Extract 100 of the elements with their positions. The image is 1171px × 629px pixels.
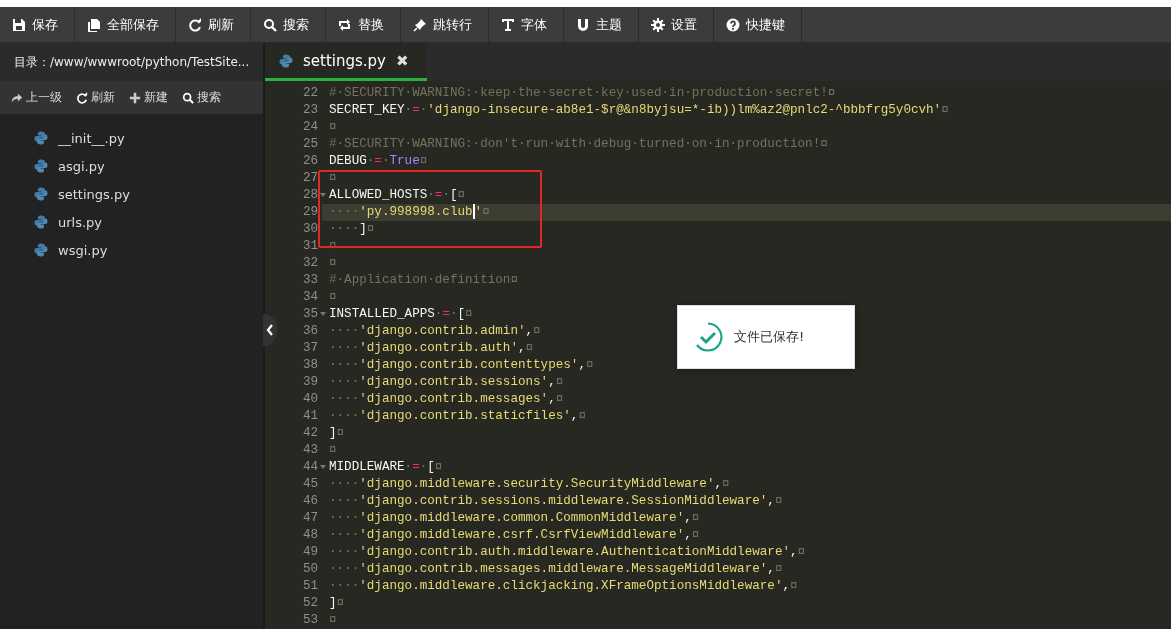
- fold-icon[interactable]: [320, 465, 326, 469]
- code-line: ····'django.middleware.clickjacking.XFrameOptionsMiddleware',¤: [328, 578, 798, 595]
- code-line: ····'django.contrib.messages',¤: [328, 391, 564, 408]
- file-item[interactable]: settings.py: [58, 186, 130, 202]
- code-line: ····'django.contrib.auth.middleware.AuthenticationMiddleware',¤: [328, 544, 806, 561]
- code-line: ALLOWED_HOSTS·=·[¤: [328, 187, 466, 204]
- code-line: ····'django.middleware.security.SecurityMiddleware',¤: [328, 476, 730, 493]
- code-line: ····'django.middleware.common.CommonMiddleware',¤: [328, 510, 700, 527]
- settings-icon: [651, 17, 665, 32]
- line-number: 53: [302, 612, 319, 629]
- code-line: ¤: [328, 612, 337, 629]
- code-line: ¤: [328, 442, 337, 459]
- code-line: SECRET_KEY·=·'django-insecure-ab8e1-$r@&n8byjsu=*-ib))lm%az2@pnlc2-^bbbfrg5y0cvh'¤: [328, 102, 949, 119]
- code-line: ¤: [328, 170, 337, 187]
- pin-icon: [413, 17, 427, 32]
- python-file-icon: [279, 53, 293, 68]
- file-item[interactable]: __init__.py: [58, 130, 125, 146]
- help-icon: [726, 17, 740, 32]
- code-line: INSTALLED_APPS·=·[¤: [328, 306, 473, 323]
- line-number: 37: [302, 340, 319, 357]
- sidebar-action[interactable]: 新建: [124, 87, 173, 108]
- line-number: 36: [302, 323, 319, 340]
- plus-icon: [129, 91, 141, 104]
- line-number: 48: [302, 527, 319, 544]
- sidebar-action[interactable]: 上一级: [6, 87, 67, 108]
- toast-message: 文件已保存!: [734, 328, 805, 346]
- arrow-icon: [11, 91, 23, 104]
- python-file-icon: [34, 187, 48, 201]
- line-number: 47: [302, 510, 319, 527]
- code-line: ····'django.middleware.csrf.CsrfViewMiddleware',¤: [328, 527, 700, 544]
- line-number: 49: [302, 544, 319, 561]
- line-number: 45: [302, 476, 319, 493]
- code-line: ¤: [328, 119, 337, 136]
- refresh-icon: [188, 17, 202, 32]
- code-line: ····'django.contrib.contenttypes',¤: [328, 357, 594, 374]
- code-line: ····'py.998998.club'¤: [328, 204, 490, 221]
- search-icon: [182, 91, 194, 104]
- line-number: 32: [302, 255, 319, 272]
- line-number: 42: [302, 425, 319, 442]
- line-number: 22: [302, 85, 319, 102]
- code-line: ····]¤: [328, 221, 375, 238]
- line-number: 44: [302, 459, 319, 476]
- line-number: 39: [302, 374, 319, 391]
- chevron-left-icon: [266, 324, 274, 336]
- code-line: ····'django.contrib.sessions',¤: [328, 374, 564, 391]
- line-number: 38: [302, 357, 319, 374]
- line-number: 33: [302, 272, 319, 289]
- code-line: #·SECURITY·WARNING:·don't·run·with·debug·turned·on·in·production!¤: [328, 136, 828, 153]
- code-line: DEBUG·=·True¤: [328, 153, 428, 170]
- code-line: #·SECURITY·WARNING:·keep·the·secret·key·used·in·production·secret!¤: [328, 85, 836, 102]
- line-number: 52: [302, 595, 319, 612]
- line-number: 25: [302, 136, 319, 153]
- sidebar-action[interactable]: 搜索: [177, 87, 226, 108]
- code-line: #·Application·definition¤: [328, 272, 518, 289]
- code-line: ¤: [328, 255, 337, 272]
- line-number: 29: [302, 204, 319, 221]
- line-number: 51: [302, 578, 319, 595]
- fold-icon[interactable]: [320, 312, 326, 316]
- code-line: MIDDLEWARE·=·[¤: [328, 459, 443, 476]
- code-line: ····'django.contrib.admin',¤: [328, 323, 541, 340]
- refresh-icon: [76, 91, 88, 104]
- line-number: 35: [302, 306, 319, 323]
- line-number: 26: [302, 153, 319, 170]
- python-file-icon: [34, 215, 48, 229]
- code-line: ]¤: [328, 425, 345, 442]
- code-line: ····'django.contrib.staticfiles',¤: [328, 408, 586, 425]
- search-icon: [263, 17, 277, 32]
- line-number: 50: [302, 561, 319, 578]
- line-number: 27: [302, 170, 319, 187]
- sidebar-action[interactable]: 刷新: [71, 87, 120, 108]
- file-item[interactable]: asgi.py: [58, 158, 105, 174]
- line-number: 28: [302, 187, 319, 204]
- line-number: 31: [302, 238, 319, 255]
- line-number: 41: [302, 408, 319, 425]
- directory-path: 目录：/www/wwwroot/python/TestSite...: [0, 43, 263, 81]
- python-file-icon: [34, 243, 48, 257]
- code-line: ····'django.contrib.auth',¤: [328, 340, 534, 357]
- file-item[interactable]: wsgi.py: [58, 242, 108, 258]
- code-line: ]¤: [328, 595, 345, 612]
- save-icon: [12, 17, 26, 32]
- copy-icon: [87, 17, 101, 32]
- line-number: 23: [302, 102, 319, 119]
- python-file-icon: [34, 159, 48, 173]
- line-number: 40: [302, 391, 319, 408]
- text-icon: [501, 17, 515, 32]
- code-line: ····'django.contrib.messages.middleware.MessageMiddleware',¤: [328, 561, 783, 578]
- code-line: ····'django.contrib.sessions.middleware.SessionMiddleware',¤: [328, 493, 783, 510]
- magnet-icon: [576, 17, 590, 32]
- line-number: 24: [302, 119, 319, 136]
- line-number: 34: [302, 289, 319, 306]
- close-icon[interactable]: ✖: [396, 51, 409, 70]
- fold-icon[interactable]: [320, 193, 326, 197]
- python-file-icon: [34, 131, 48, 145]
- line-number: 30: [302, 221, 319, 238]
- code-line: ¤: [328, 289, 337, 306]
- replace-icon: [338, 17, 352, 32]
- line-number: 43: [302, 442, 319, 459]
- file-item[interactable]: urls.py: [58, 214, 103, 230]
- line-number: 46: [302, 493, 319, 510]
- file-tab[interactable]: settings.py ✖: [265, 43, 427, 81]
